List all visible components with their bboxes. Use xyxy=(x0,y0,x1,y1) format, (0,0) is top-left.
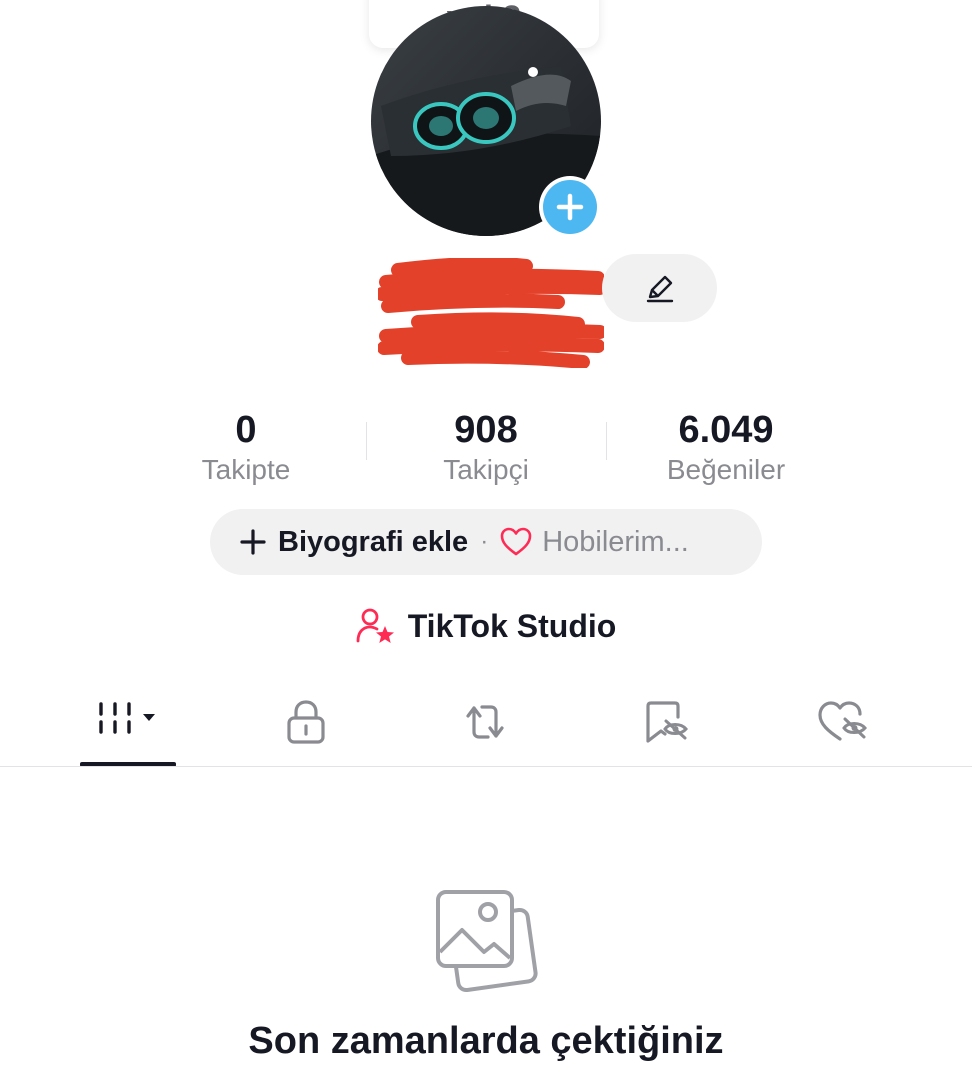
bio-pill[interactable]: Biyografi ekle · Hobilerim... xyxy=(210,509,762,575)
grid-icon xyxy=(99,702,155,734)
followers-count: 908 xyxy=(454,409,518,451)
avatar-container[interactable] xyxy=(371,6,601,238)
creator-star-icon xyxy=(356,608,394,643)
repost-icon xyxy=(466,705,504,739)
heart-icon xyxy=(500,527,532,556)
likes-label: Beğeniler xyxy=(666,454,786,485)
stat-followers[interactable]: 908 Takipçi xyxy=(366,408,606,488)
bookmark-hidden-icon xyxy=(646,701,688,743)
profile-tabs xyxy=(0,680,972,768)
followers-label: Takipçi xyxy=(443,454,529,485)
following-count: 0 xyxy=(235,409,257,451)
add-avatar-button[interactable] xyxy=(539,176,601,238)
empty-state-title: Son zamanlarda çektiğiniz xyxy=(248,1020,724,1062)
plus-icon xyxy=(556,193,584,221)
edit-profile-button[interactable] xyxy=(602,254,717,322)
stat-likes[interactable]: 6.049 Beğeniler xyxy=(606,408,846,488)
tiktok-studio-link[interactable]: TikTok Studio xyxy=(0,600,972,652)
photos-icon xyxy=(436,890,538,993)
heart-hidden-icon xyxy=(818,701,867,741)
tiktok-studio-label: TikTok Studio xyxy=(407,607,617,644)
tab-videos[interactable] xyxy=(80,680,176,764)
add-bio-button[interactable]: Biyografi ekle xyxy=(278,526,468,559)
stat-following[interactable]: 0 Takipte xyxy=(126,408,366,488)
tab-liked[interactable] xyxy=(796,680,892,764)
redacted-username xyxy=(378,258,604,368)
pencil-icon xyxy=(646,275,673,303)
tabs-divider xyxy=(0,766,972,767)
hobbies-button[interactable]: Hobilerim... xyxy=(542,526,689,559)
plus-icon xyxy=(240,529,266,555)
bio-separator: · xyxy=(480,528,489,555)
following-label: Takipte xyxy=(201,454,291,485)
tab-private[interactable] xyxy=(258,680,354,764)
tab-favorites[interactable] xyxy=(618,680,714,764)
likes-count: 6.049 xyxy=(678,409,774,451)
lock-icon xyxy=(287,700,325,744)
tab-reposts[interactable] xyxy=(437,680,533,764)
